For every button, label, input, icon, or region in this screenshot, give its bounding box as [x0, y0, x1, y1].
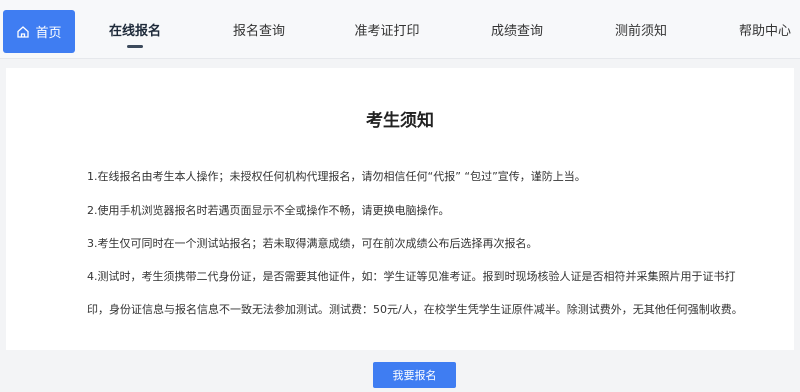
top-nav: 首页 在线报名 报名查询 准考证打印 成绩查询 测前须知 帮助中心: [0, 0, 800, 59]
tab-label: 测前须知: [614, 23, 667, 39]
notice-title: 考生须知: [366, 111, 434, 131]
tab-score-query[interactable]: 成绩查询: [482, 0, 552, 58]
notice-card: 考生须知 1.在线报名由考生本人操作；未授权任何机构代理报名，请勿相信任何“代报…: [6, 68, 794, 350]
notice-item: 3.考生仅可同时在一个测试站报名；若未取得满意成绩，可在前次成绩公布后选择再次报…: [87, 237, 538, 250]
tab-label: 报名查询: [232, 23, 285, 39]
tab-admission-ticket-print[interactable]: 准考证打印: [347, 0, 427, 58]
tab-label: 帮助中心: [738, 23, 791, 39]
tab-online-registration[interactable]: 在线报名: [100, 0, 170, 58]
notice-item: 2.使用手机浏览器报名时若遇页面显示不全或操作不畅，请更换电脑操作。: [87, 204, 450, 217]
tab-label: 成绩查询: [490, 23, 543, 39]
tab-label: 在线报名: [108, 23, 161, 39]
tab-pre-test-notice[interactable]: 测前须知: [606, 0, 676, 58]
home-button[interactable]: 首页: [3, 10, 75, 53]
notice-item: 4.测试时，考生须携带二代身份证，是否需要其他证件，如：学生证等见准考证。报到时…: [87, 270, 736, 283]
active-tab-indicator: [127, 45, 143, 48]
tab-help-center[interactable]: 帮助中心: [730, 0, 800, 58]
notice-item: 印，身份证信息与报名信息不一致无法参加测试。测试费：50元/人，在校学生凭学生证…: [87, 303, 743, 316]
home-icon: [17, 25, 30, 38]
tab-registration-query[interactable]: 报名查询: [224, 0, 294, 58]
notice-item: 1.在线报名由考生本人操作；未授权任何机构代理报名，请勿相信任何“代报” “包过…: [87, 170, 586, 183]
home-label: 首页: [35, 26, 62, 41]
tab-label: 准考证打印: [354, 23, 420, 39]
register-button[interactable]: 我要报名: [373, 362, 456, 388]
